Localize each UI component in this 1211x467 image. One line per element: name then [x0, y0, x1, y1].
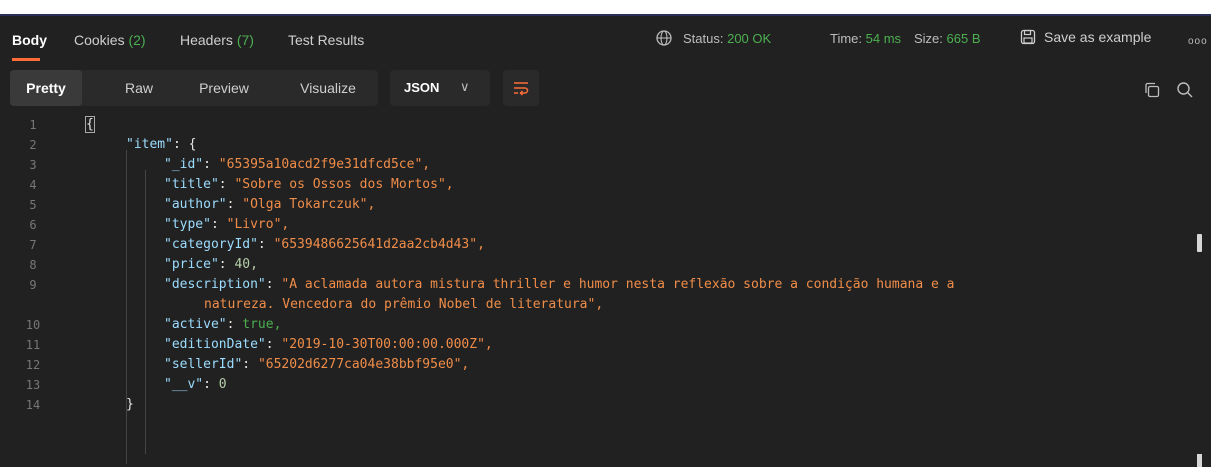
json-value: {	[188, 137, 197, 152]
code-text: {	[85, 115, 95, 135]
tab-cookies[interactable]: Cookies (2)	[74, 32, 146, 48]
json-key: "description"	[164, 277, 266, 292]
code-text: "description": "A aclamada autora mistur…	[164, 277, 955, 292]
line-number: 4	[29, 178, 37, 192]
view-mode-visualize[interactable]: Visualize	[288, 70, 368, 106]
tab-body[interactable]: Body	[12, 32, 47, 48]
json-key: "categoryId"	[164, 237, 258, 252]
json-key: "title"	[164, 177, 219, 192]
json-value: "65395a10acd2f9e31dfcd5ce",	[218, 157, 431, 172]
editor-scrollbar[interactable]	[1197, 234, 1202, 252]
view-mode-selector: Pretty Raw Preview Visualize	[10, 70, 378, 106]
line-number: 7	[29, 238, 37, 252]
code-text: "author": "Olga Tokarczuk",	[164, 197, 376, 212]
chevron-down-icon: ∨	[460, 79, 470, 94]
code-text: "sellerId": "65202d6277ca04e38bbf95e0",	[164, 357, 470, 372]
code-text: "__v": 0	[164, 377, 227, 392]
json-key: "type"	[164, 217, 211, 232]
copy-icon[interactable]	[1144, 82, 1160, 98]
json-value: "6539486625641d2aa2cb4d43",	[273, 237, 485, 252]
wrap-lines-icon	[514, 82, 529, 96]
tab-cookies-count: (2)	[128, 32, 146, 48]
window-top-strip	[0, 0, 1211, 14]
code-text: "active": true,	[164, 317, 282, 332]
view-mode-raw[interactable]: Raw	[114, 70, 164, 106]
save-as-example-button[interactable]: Save as example	[1020, 29, 1151, 45]
json-value: }	[126, 397, 134, 412]
line-number: 6	[29, 218, 37, 232]
line-number: 13	[25, 378, 41, 392]
json-value: "Olga Tokarczuk",	[242, 197, 376, 212]
response-tabs: Body Cookies (2) Headers (7) Test Result…	[0, 16, 1211, 62]
response-toolbar: Pretty Raw Preview Visualize JSON ∨	[0, 62, 1211, 114]
json-value: true,	[242, 317, 282, 332]
line-number: 2	[29, 138, 37, 152]
status-label: Status:	[683, 31, 724, 46]
line-number: 10	[25, 318, 41, 332]
format-select-value: JSON	[404, 80, 440, 95]
code-text: "item": {	[126, 137, 197, 152]
tab-headers[interactable]: Headers (7)	[180, 32, 254, 48]
line-number: 9	[29, 278, 37, 292]
json-key: "__v"	[164, 377, 204, 392]
code-text: "_id": "65395a10acd2f9e31dfcd5ce",	[164, 157, 431, 172]
time-value: 54 ms	[865, 31, 902, 46]
line-number: 3	[29, 158, 37, 172]
size-label: Size:	[914, 31, 943, 46]
line-number: 11	[25, 338, 41, 352]
code-text: "type": "Livro",	[164, 217, 290, 232]
editor-scrollbar-bottom[interactable]	[1197, 454, 1202, 467]
json-value: natureza. Vencedora do prêmio Nobel de l…	[204, 297, 604, 312]
json-value: 0	[218, 377, 227, 392]
status-value: 200 OK	[727, 31, 772, 46]
active-tab-indicator	[12, 58, 40, 61]
line-number: 14	[25, 398, 41, 412]
tab-headers-count: (7)	[236, 32, 254, 48]
globe-icon[interactable]	[655, 29, 673, 47]
json-value: "Sobre os Ossos dos Mortos",	[234, 177, 454, 192]
code-text: "editionDate": "2019-10-30T00:00:00.000Z…	[164, 337, 493, 352]
line-number: 8	[29, 258, 37, 272]
json-key: "price"	[164, 257, 219, 272]
json-value: "2019-10-30T00:00:00.000Z",	[281, 337, 493, 352]
time-indicator[interactable]: Time: 54 ms	[830, 31, 901, 46]
view-mode-pretty[interactable]: Pretty	[10, 70, 82, 106]
json-value: "65202d6277ca04e38bbf95e0",	[257, 357, 470, 372]
code-text: "title": "Sobre os Ossos dos Mortos",	[164, 177, 454, 192]
code-text: }	[126, 395, 134, 415]
line-number: 12	[25, 358, 41, 372]
time-label: Time:	[830, 31, 863, 46]
save-icon	[1020, 29, 1036, 45]
json-key: "_id"	[164, 157, 204, 172]
json-value: "A aclamada autora mistura thriller e hu…	[281, 277, 955, 292]
save-as-example-label: Save as example	[1044, 29, 1152, 45]
tab-test-results[interactable]: Test Results	[288, 32, 364, 48]
word-wrap-button[interactable]	[503, 70, 539, 106]
code-text: "categoryId": "6539486625641d2aa2cb4d43"…	[164, 237, 485, 252]
line-number: 5	[29, 198, 37, 212]
tab-cookies-label: Cookies	[74, 32, 125, 48]
json-value: 40,	[234, 257, 258, 272]
format-select[interactable]: JSON ∨	[390, 70, 490, 106]
view-mode-preview[interactable]: Preview	[188, 70, 260, 106]
line-number: 1	[29, 118, 37, 132]
code-text: "price": 40,	[164, 257, 258, 272]
json-value: {	[85, 116, 95, 133]
code-text: natureza. Vencedora do prêmio Nobel de l…	[204, 295, 603, 315]
response-body-editor[interactable]: 1 {2 "item": { 3 "_id": "65395a10acd2f9e31df…	[0, 114, 1211, 467]
json-key: "author"	[164, 197, 227, 212]
json-key: "active"	[164, 317, 227, 332]
tab-headers-label: Headers	[180, 32, 233, 48]
size-indicator[interactable]: Size: 665 B	[914, 31, 981, 46]
size-value: 665 B	[946, 31, 981, 46]
indent-guide	[126, 150, 127, 464]
more-options-icon[interactable]: ooo	[1188, 36, 1208, 47]
search-icon[interactable]	[1176, 81, 1194, 99]
json-key: "editionDate"	[164, 337, 266, 352]
indent-guide	[145, 170, 146, 454]
status-indicator[interactable]: Status: 200 OK	[683, 31, 771, 46]
json-value: "Livro",	[226, 217, 290, 232]
json-key: "sellerId"	[164, 357, 243, 372]
json-key: "item"	[126, 137, 173, 152]
